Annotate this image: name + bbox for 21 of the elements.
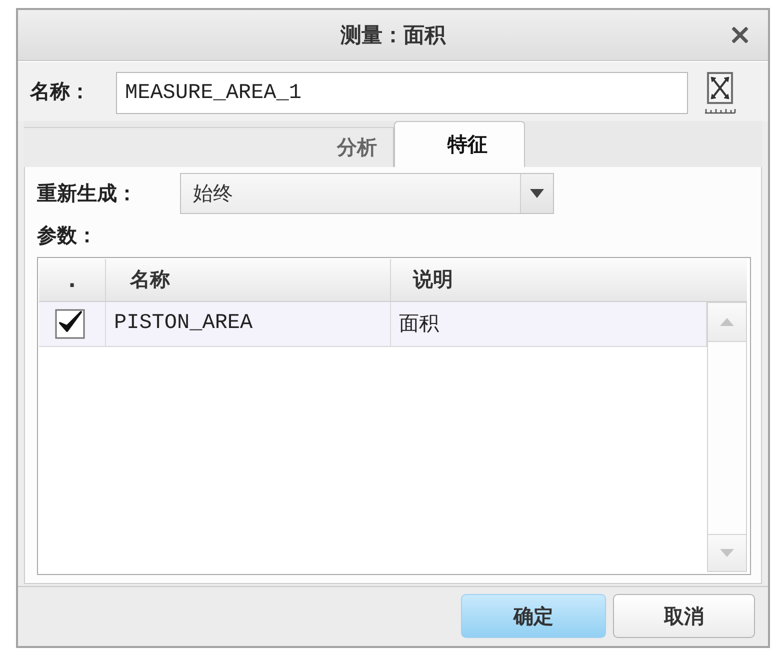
ok-button[interactable]: 确定 [461,594,606,638]
down-arrow-icon [720,548,734,557]
table-cell: PISTON_AREA [106,302,391,346]
tab[interactable]: 分析 [24,127,394,167]
column-header[interactable]: 说明 [391,258,747,301]
cancel-button[interactable]: 取消 [613,594,755,638]
caret-icon [530,189,544,198]
name-field[interactable]: MEASURE_AREA_1 [116,72,688,114]
column-header[interactable]: . [39,258,106,301]
expand-arrows-icon[interactable] [703,72,737,116]
name-label: 名称： [30,78,91,104]
tab[interactable]: 特征 [394,121,525,167]
parameters-label: 参数： [37,222,97,250]
regenerate-dropdown[interactable]: 始终 [180,173,554,214]
column-header[interactable]: 名称 [106,258,391,301]
table-row[interactable]: PISTON_AREA 面积 [39,302,707,347]
checkbox[interactable] [55,308,85,339]
close-icon[interactable] [732,27,748,43]
window-title: 测量：面积 [340,22,446,49]
up-arrow-icon [720,318,734,326]
regenerate-label: 重新生成： [37,180,138,208]
